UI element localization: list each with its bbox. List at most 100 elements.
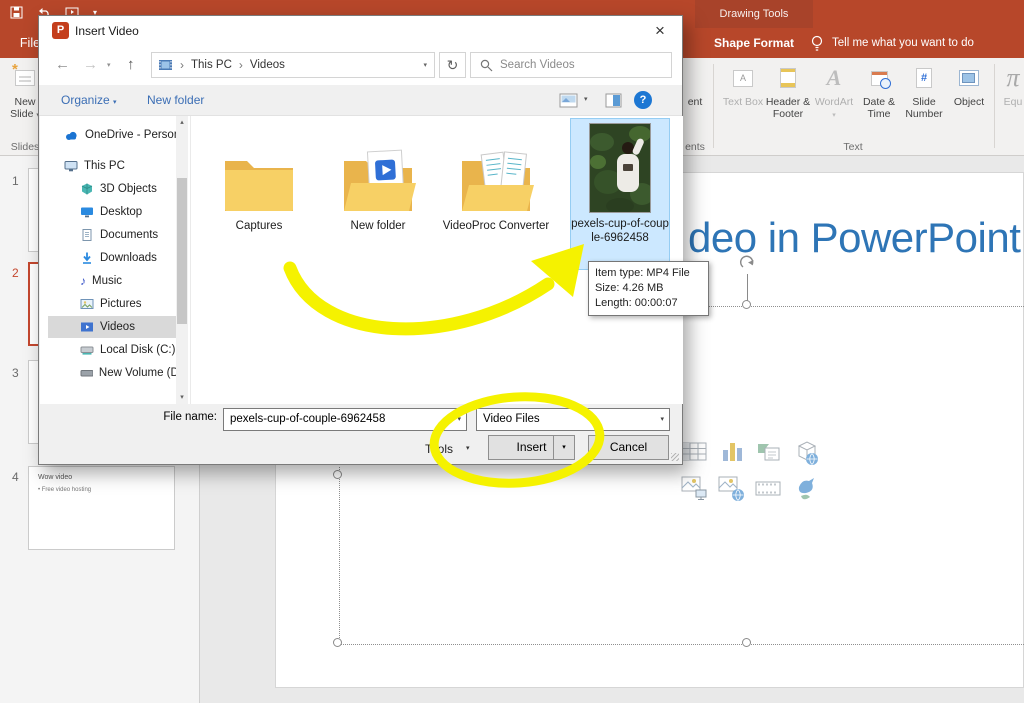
header-footer-button[interactable]: Header & Footer: [765, 63, 811, 141]
placeholder-handle-left[interactable]: [333, 470, 342, 479]
file-info-tooltip: Item type: MP4 File Size: 4.26 MB Length…: [588, 261, 709, 316]
insert-picture-icon[interactable]: [680, 474, 710, 504]
lightbulb-icon: [810, 35, 825, 52]
insert-split-chevron-icon[interactable]: ▾: [553, 436, 574, 459]
text-box-icon: A: [733, 70, 753, 87]
file-type-select[interactable]: Video Files ▾: [476, 408, 670, 431]
sidebar-item-documents[interactable]: Documents: [48, 224, 182, 246]
stock-images-icon[interactable]: [791, 474, 821, 504]
tab-shape-format[interactable]: Shape Format: [695, 28, 813, 58]
sidebar-item-this-pc[interactable]: This PC: [48, 155, 182, 177]
insert-button[interactable]: Insert ▾: [488, 435, 575, 460]
breadcrumb-separator: ›: [180, 58, 184, 72]
dialog-nav-row: ← → ▾ ↑ › This PC › Videos ▾ ↻ Search Vi…: [39, 45, 682, 85]
thumb4-bullet: • Free video hosting: [38, 487, 91, 493]
text-box-button[interactable]: A Text Box: [720, 63, 766, 141]
slide-number-icon: #: [916, 68, 932, 88]
online-pictures-icon[interactable]: [717, 474, 747, 504]
slide-thumbnail-4[interactable]: Wow video • Free video hosting: [28, 466, 175, 550]
tell-me-box[interactable]: Tell me what you want to do: [832, 28, 974, 58]
file-item-videoproc[interactable]: VideoProc Converter: [441, 119, 551, 269]
placeholder-border-top: [686, 306, 1024, 307]
insert-smartart-icon[interactable]: [754, 438, 784, 468]
file-name-label: File name:: [135, 411, 217, 423]
thumbnail-view-icon[interactable]: [559, 93, 578, 108]
placeholder-handle-bottom-left[interactable]: [333, 638, 342, 647]
rotate-handle-stem: [747, 274, 748, 301]
view-chevron-icon[interactable]: ▾: [584, 95, 588, 103]
recent-locations-chevron-icon[interactable]: ▾: [107, 61, 111, 69]
new-slide-label: New Slide: [10, 96, 35, 120]
back-icon[interactable]: ←: [55, 56, 70, 73]
3d-objects-icon: [80, 183, 94, 195]
save-icon[interactable]: [10, 6, 23, 19]
scroll-down-icon[interactable]: ▾: [176, 391, 188, 404]
preview-pane-icon[interactable]: [605, 93, 622, 108]
address-chevron-icon[interactable]: ▾: [423, 61, 427, 69]
wordart-chevron-icon: ▾: [832, 112, 836, 119]
music-icon: ♪: [80, 276, 86, 286]
breadcrumb-separator: ›: [239, 58, 243, 72]
sidebar-item-downloads[interactable]: Downloads: [48, 247, 182, 269]
equation-button-partial[interactable]: π Equ: [998, 63, 1024, 141]
file-item-pexels-video[interactable]: pexels-cup-of-couple-6962458: [570, 118, 670, 270]
tools-chevron-icon[interactable]: ▾: [466, 444, 470, 452]
date-time-icon: [871, 71, 888, 86]
sidebar-item-desktop[interactable]: Desktop: [48, 201, 182, 223]
file-item-captures[interactable]: Captures: [204, 119, 314, 269]
sidebar-item-onedrive[interactable]: OneDrive - Person: [48, 124, 182, 146]
documents-icon: [80, 229, 94, 241]
up-icon[interactable]: ↑: [127, 56, 135, 73]
scrollbar-thumb[interactable]: [177, 178, 187, 324]
dialog-resize-grip[interactable]: [671, 453, 679, 461]
placeholder-handle-top[interactable]: [742, 300, 751, 309]
desktop-icon: [80, 206, 94, 218]
sidebar-item-pictures[interactable]: Pictures: [48, 293, 182, 315]
sidebar-item-local-disk[interactable]: Local Disk (C:): [48, 339, 182, 361]
scroll-up-icon[interactable]: ▴: [176, 116, 188, 129]
powerpoint-logo-icon: P: [52, 22, 69, 39]
rotate-handle-icon[interactable]: [738, 253, 758, 273]
placeholder-handle-bottom[interactable]: [742, 638, 751, 647]
forward-icon[interactable]: →: [83, 56, 98, 73]
object-button[interactable]: Object: [946, 63, 992, 141]
refresh-icon[interactable]: ↻: [439, 52, 466, 78]
sidebar-item-music[interactable]: ♪ Music: [48, 270, 182, 292]
slide-number-button[interactable]: # Slide Number: [901, 63, 947, 141]
insert-3d-model-icon[interactable]: [791, 438, 821, 468]
downloads-icon: [80, 252, 94, 264]
insert-table-icon[interactable]: [680, 438, 710, 468]
window-title: Wow - PowerPoint: [400, 0, 660, 3]
close-icon[interactable]: ×: [646, 18, 674, 43]
group-divider: [713, 64, 714, 148]
breadcrumb-videos[interactable]: Videos: [250, 59, 285, 71]
folder-icon: [221, 153, 297, 215]
slide-number-2: 2: [12, 266, 19, 280]
comment-button-partial[interactable]: ent: [678, 63, 712, 141]
file-name-chevron-icon[interactable]: ▾: [457, 409, 461, 430]
address-bar[interactable]: › This PC › Videos ▾: [151, 52, 435, 78]
date-time-button[interactable]: Date & Time: [856, 63, 902, 141]
new-folder-button[interactable]: New folder: [147, 93, 204, 107]
help-icon[interactable]: ?: [634, 91, 652, 109]
cancel-button[interactable]: Cancel: [588, 435, 669, 460]
wordart-button[interactable]: A WordArt ▾: [811, 63, 857, 141]
sidebar-item-3d-objects[interactable]: 3D Objects: [48, 178, 182, 200]
sidebar-scrollbar[interactable]: ▴ ▾: [176, 116, 188, 404]
breadcrumb-this-pc[interactable]: This PC: [191, 59, 232, 71]
local-disk-icon: [80, 344, 94, 356]
organize-button[interactable]: Organize ▾: [61, 93, 117, 107]
sidebar-item-new-volume[interactable]: New Volume (D:: [48, 362, 182, 384]
search-box[interactable]: Search Videos: [470, 52, 672, 78]
new-volume-icon: [80, 367, 93, 379]
search-icon: [480, 59, 493, 72]
video-folder-icon: [158, 59, 173, 71]
file-name-input[interactable]: pexels-cup-of-couple-6962458 ▾: [223, 408, 467, 431]
tools-button[interactable]: Tools: [425, 442, 453, 456]
video-thumbnail: [589, 123, 651, 213]
file-item-new-folder[interactable]: New folder: [323, 119, 433, 269]
sidebar-item-videos[interactable]: Videos: [48, 316, 182, 338]
insert-chart-icon[interactable]: [717, 438, 747, 468]
file-type-chevron-icon[interactable]: ▾: [660, 409, 664, 430]
insert-video-icon[interactable]: [754, 474, 784, 504]
